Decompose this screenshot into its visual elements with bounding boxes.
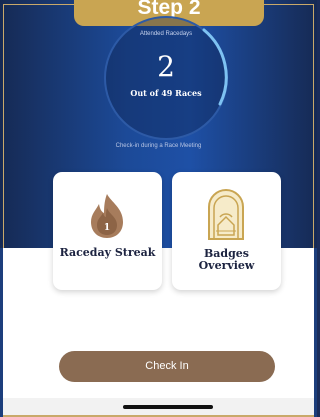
flame-icon: 1 — [91, 194, 123, 238]
progress-dial: Attended Racedays 2 Out of 49 Races — [102, 14, 230, 142]
right-edge — [314, 248, 317, 417]
badges-overview-label: Badges Overview — [172, 248, 281, 272]
progress-value: 2 — [157, 50, 175, 83]
progress-caption: Attended Racedays — [139, 31, 193, 37]
badges-overview-card[interactable]: Badges Overview — [172, 172, 281, 290]
checkin-note: Check-in during a Race Meeting — [115, 143, 202, 149]
raceday-streak-card[interactable]: 1 Raceday Streak — [53, 172, 162, 290]
check-in-button[interactable]: Check In — [59, 351, 275, 382]
app-screen: Step 2 Attended Racedays 2 Out of 49 Rac… — [0, 0, 317, 417]
raceday-streak-label: Raceday Streak — [59, 246, 156, 259]
arch-badge-icon — [208, 189, 244, 240]
progress-subtitle: Out of 49 Races — [130, 88, 202, 98]
badges-label-line2: Overview — [198, 259, 255, 272]
left-edge — [0, 248, 3, 417]
home-indicator[interactable] — [123, 405, 213, 409]
streak-count: 1 — [104, 223, 110, 233]
